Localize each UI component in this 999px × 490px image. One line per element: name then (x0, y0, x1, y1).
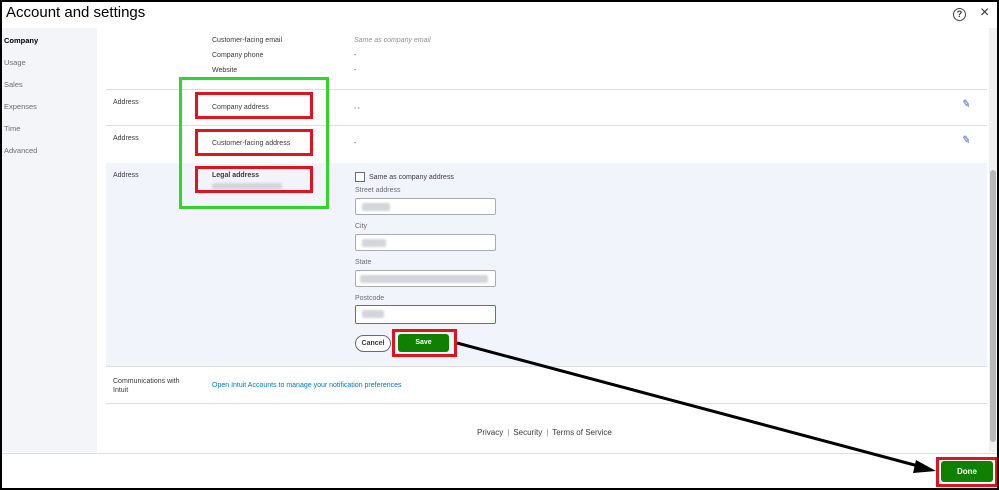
help-icon[interactable]: ? (953, 8, 966, 21)
city-label: City (355, 223, 368, 230)
sidebar-item-usage[interactable]: Usage (4, 58, 26, 67)
legal-address-redacted (212, 183, 282, 189)
city-input[interactable] (355, 234, 496, 251)
scrollbar-thumb[interactable] (990, 170, 996, 442)
postcode-label: Postcode (355, 295, 385, 302)
address-section-label: Address (113, 172, 139, 179)
legal-address-label: Legal address (212, 172, 260, 179)
sidebar-item-company[interactable]: Company (4, 36, 38, 45)
email-label: Customer-facing email (212, 37, 283, 44)
customer-address-label: Customer-facing address (212, 140, 291, 147)
divider (106, 403, 987, 404)
cancel-button[interactable]: Cancel (355, 335, 391, 352)
company-address-label: Company address (212, 104, 269, 111)
postcode-input[interactable] (355, 305, 496, 324)
footer-links: Privacy | Security | Terms of Service (477, 428, 612, 437)
divider (106, 89, 987, 90)
bottom-bar (2, 453, 997, 488)
same-as-company-checkbox[interactable] (355, 172, 365, 182)
footer-separator: | (546, 428, 549, 437)
same-as-company-label: Same as company address (369, 174, 454, 181)
website-value: - (354, 67, 357, 74)
sidebar-item-sales[interactable]: Sales (4, 80, 23, 89)
window-title: Account and settings (6, 4, 146, 21)
website-label: Website (212, 67, 238, 74)
customer-address-value: - (354, 140, 357, 147)
email-value: Same as company email (354, 37, 431, 44)
settings-sidebar: Company Usage Sales Expenses Time Advanc… (2, 28, 97, 452)
divider (106, 125, 987, 126)
sidebar-item-expenses[interactable]: Expenses (4, 102, 37, 111)
phone-label: Company phone (212, 52, 264, 59)
state-label: State (355, 259, 372, 266)
communications-label: Communications with Intuit (113, 378, 180, 394)
address-section-label: Address (113, 99, 139, 106)
window-header: Account and settings ? × (2, 2, 997, 26)
state-select[interactable] (355, 270, 496, 287)
sidebar-item-advanced[interactable]: Advanced (4, 146, 37, 155)
company-address-value: , , (354, 103, 360, 110)
close-icon[interactable]: × (980, 5, 989, 21)
privacy-link[interactable]: Privacy (477, 428, 503, 437)
save-button[interactable]: Save (398, 334, 449, 352)
street-input[interactable] (355, 198, 496, 215)
done-button[interactable]: Done (941, 461, 993, 482)
legal-address-edit-row (106, 163, 987, 367)
street-label: Street address (355, 187, 401, 194)
settings-window: Account and settings ? × Company Usage S… (0, 0, 999, 490)
phone-value: - (354, 52, 357, 59)
address-section-label: Address (113, 135, 139, 142)
intuit-accounts-link[interactable]: Open Intuit Accounts to manage your noti… (212, 382, 402, 389)
security-link[interactable]: Security (513, 428, 542, 437)
footer-separator: | (507, 428, 510, 437)
sidebar-item-time[interactable]: Time (4, 124, 20, 133)
terms-link[interactable]: Terms of Service (552, 428, 612, 437)
